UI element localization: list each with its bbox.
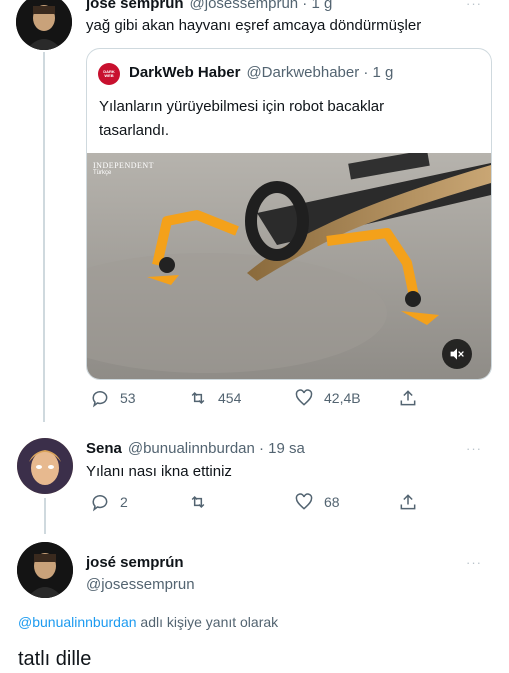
mute-button[interactable] <box>442 339 472 369</box>
avatar[interactable] <box>17 438 73 494</box>
reply-icon <box>92 495 108 512</box>
quoted-avatar-text: DARK WEB <box>103 69 115 78</box>
heart-icon <box>295 389 313 406</box>
reply-context-suffix: adlı kişiye yanıt olarak <box>136 614 279 630</box>
author-handle[interactable]: @bunualinnburdan · 19 sa <box>128 440 305 457</box>
more-icon[interactable]: ··· <box>466 0 482 11</box>
heart-icon <box>295 493 313 510</box>
tweet-header: josé semprún @josessemprun · 1 g <box>86 0 332 12</box>
quoted-header: DarkWeb Haber @Darkwebhaber · 1 g <box>129 64 393 81</box>
robot-snake-image <box>87 153 491 379</box>
retweet-count: 454 <box>218 390 242 406</box>
avatar[interactable] <box>16 0 72 50</box>
author-handle[interactable]: @josessemprun <box>86 576 195 593</box>
more-icon[interactable]: ··· <box>466 441 482 456</box>
retweet-button[interactable] <box>188 492 208 512</box>
reply-mention-link[interactable]: @bunualinnburdan <box>18 614 137 630</box>
quoted-tweet-card[interactable]: DARK WEB DarkWeb Haber @Darkwebhaber · 1… <box>86 48 492 380</box>
avatar[interactable] <box>17 542 73 598</box>
reply-context: @bunualinnburdan adlı kişiye yanıt olara… <box>18 614 278 630</box>
thread-line <box>43 52 45 422</box>
tweet-text: yağ gibi akan hayvanı eşref amcaya döndü… <box>86 17 422 34</box>
share-button[interactable] <box>398 492 418 512</box>
tweet-text: tatlı dille <box>18 648 92 670</box>
quoted-avatar: DARK WEB <box>98 63 120 85</box>
author-name[interactable]: josé semprún <box>86 554 184 571</box>
more-icon[interactable]: ··· <box>466 555 482 570</box>
reply-button[interactable]: 53 <box>90 388 136 408</box>
share-icon <box>400 494 416 510</box>
quoted-author-name: DarkWeb Haber <box>129 64 241 81</box>
reply-icon <box>92 391 108 408</box>
volume-muted-icon <box>450 348 464 360</box>
retweet-button[interactable]: 454 <box>188 388 241 408</box>
like-count: 42,4B <box>324 390 361 406</box>
author-name[interactable]: Sena <box>86 440 122 457</box>
like-count: 68 <box>324 494 340 510</box>
reply-count: 53 <box>120 390 136 406</box>
thread-line <box>44 498 46 534</box>
author-handle[interactable]: @josessemprun · 1 g <box>190 0 333 12</box>
reply-button[interactable]: 2 <box>90 492 128 512</box>
share-icon <box>400 390 416 406</box>
reply-count: 2 <box>120 494 128 510</box>
quoted-text: Yılanların yürüyebilmesi için robot baca… <box>99 98 385 139</box>
tweet-text: Yılanı nası ikna ettiniz <box>86 463 232 480</box>
like-button[interactable]: 42,4B <box>294 388 361 408</box>
quoted-author-handle: @Darkwebhaber · 1 g <box>246 64 394 81</box>
author-name[interactable]: josé semprún <box>86 0 184 12</box>
retweet-icon <box>191 391 205 405</box>
watermark-text: INDEPENDENT <box>93 161 155 170</box>
share-button[interactable] <box>398 388 418 408</box>
like-button[interactable]: 68 <box>294 492 340 512</box>
media-watermark: INDEPENDENT Türkçe <box>93 161 154 176</box>
retweet-icon <box>191 495 205 509</box>
tweet-header: Sena @bunualinnburdan · 19 sa <box>86 440 305 457</box>
watermark-sub: Türkçe <box>93 170 112 176</box>
media-image[interactable]: INDEPENDENT Türkçe <box>87 153 491 379</box>
